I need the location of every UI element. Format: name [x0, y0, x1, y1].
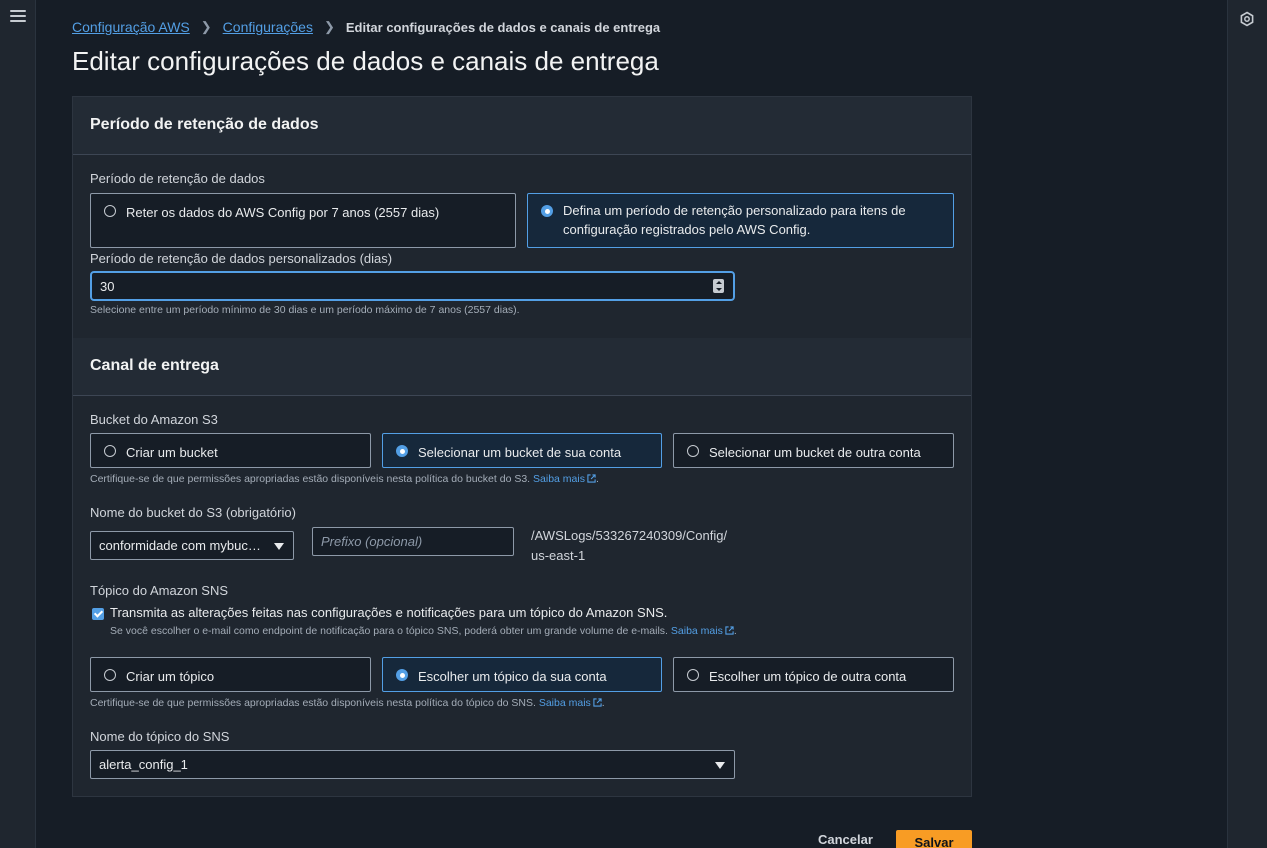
page-title: Editar configurações de dados e canais d… — [72, 46, 659, 76]
retention-option-default[interactable]: Reter os dados do AWS Config por 7 anos … — [90, 193, 516, 248]
s3-permissions-hint: Certifique-se de que permissões apropria… — [90, 473, 599, 485]
retention-section-header: Período de retenção de dados — [73, 97, 971, 155]
hamburger-menu-icon[interactable] — [10, 10, 26, 24]
custom-retention-days-value: 30 — [100, 279, 115, 294]
s3-option-other-account[interactable]: Selecionar um bucket de outra conta — [673, 433, 954, 468]
external-link-icon — [725, 626, 734, 635]
chevron-right-icon: ❯ — [323, 19, 335, 34]
radio-button-selected[interactable] — [396, 669, 408, 681]
bucket-name-value: conformidade com mybuc… — [99, 538, 261, 553]
s3-permissions-hint-text: Certifique-se de que permissões apropria… — [90, 473, 531, 485]
s3-option-own-account[interactable]: Selecionar um bucket de sua conta — [382, 433, 662, 468]
radio-button[interactable] — [687, 669, 699, 681]
custom-retention-days-input[interactable]: 30 — [90, 271, 735, 301]
sns-learn-more-link[interactable]: Saiba mais — [539, 697, 602, 709]
settings-container: Período de retenção de dados Período de … — [72, 96, 972, 797]
bucket-name-label: Nome do bucket do S3 (obrigatório) — [90, 505, 296, 520]
s3-bucket-label: Bucket do Amazon S3 — [90, 412, 218, 427]
topic-name-label: Nome do tópico do SNS — [90, 729, 230, 744]
hexagon-settings-icon[interactable] — [1239, 11, 1255, 27]
retention-option-default-label: Reter os dados do AWS Config por 7 anos … — [126, 205, 440, 220]
caret-down-icon — [715, 762, 725, 769]
sns-option-other-account[interactable]: Escolher um tópico de outra conta — [673, 657, 954, 692]
custom-retention-hint: Selecione entre um período mínimo de 30 … — [90, 304, 520, 316]
save-button[interactable]: Salvar — [896, 830, 972, 848]
s3-option-own-account-label: Selecionar um bucket de sua conta — [418, 445, 622, 460]
s3-path-line1: /AWSLogs/533267240309/Config/ — [531, 528, 728, 543]
right-tools-rail — [1227, 0, 1267, 848]
sns-option-own-account-label: Escolher um tópico da sua conta — [418, 669, 607, 684]
sns-option-create-label: Criar um tópico — [126, 669, 215, 684]
sns-stream-checkbox[interactable] — [92, 608, 104, 620]
delivery-section-header: Canal de entrega — [73, 338, 971, 396]
cancel-button[interactable]: Cancelar — [818, 832, 873, 847]
external-link-icon — [593, 698, 602, 707]
s3-option-create[interactable]: Criar um bucket — [90, 433, 371, 468]
bucket-prefix-placeholder: Prefixo (opcional) — [321, 534, 423, 549]
sns-permissions-hint: Certifique-se de que permissões apropria… — [90, 697, 605, 709]
bucket-prefix-input[interactable]: Prefixo (opcional) — [312, 527, 514, 556]
breadcrumb: Configuração AWS ❯ Configurações ❯ Edita… — [72, 19, 660, 35]
learn-more-label: Saiba mais — [538, 697, 591, 709]
s3-option-create-label: Criar um bucket — [126, 445, 218, 460]
number-spinner-icon[interactable] — [713, 279, 724, 293]
sns-option-own-account[interactable]: Escolher um tópico da sua conta — [382, 657, 662, 692]
radio-button[interactable] — [104, 205, 116, 217]
retention-option-custom-label: Defina um período de retenção personaliz… — [563, 203, 906, 237]
s3-learn-more-link[interactable]: Saiba mais — [533, 473, 596, 485]
retention-option-custom[interactable]: Defina um período de retenção personaliz… — [527, 193, 954, 248]
caret-down-icon — [274, 543, 284, 550]
sns-email-learn-more-link[interactable]: Saiba mais — [671, 625, 734, 637]
radio-button-selected[interactable] — [396, 445, 408, 457]
breadcrumb-link-aws-config[interactable]: Configuração AWS — [72, 19, 190, 35]
breadcrumb-current: Editar configurações de dados e canais d… — [345, 19, 661, 35]
chevron-right-icon: ❯ — [200, 19, 212, 34]
radio-button[interactable] — [104, 669, 116, 681]
sns-email-hint-text: Se você escolher o e-mail como endpoint … — [110, 625, 668, 637]
s3-path-line2: us-east-1 — [531, 548, 586, 563]
s3-option-other-account-label: Selecionar um bucket de outra conta — [709, 445, 921, 460]
learn-more-label: Saiba mais — [670, 625, 723, 637]
breadcrumb-link-settings[interactable]: Configurações — [223, 19, 313, 35]
topic-name-value: alerta_config_1 — [99, 757, 188, 772]
sns-email-hint: Se você escolher o e-mail como endpoint … — [110, 625, 737, 637]
delivery-section-title: Canal de entrega — [90, 357, 219, 374]
sns-stream-checkbox-label: Transmita as alterações feitas nas confi… — [110, 605, 668, 620]
bucket-name-select[interactable]: conformidade com mybuc… — [90, 531, 294, 560]
topic-name-select[interactable]: alerta_config_1 — [90, 750, 735, 779]
radio-button[interactable] — [687, 445, 699, 457]
sns-permissions-hint-text: Certifique-se de que permissões apropria… — [90, 697, 536, 709]
radio-button-selected[interactable] — [541, 205, 553, 217]
custom-retention-label: Período de retenção de dados personaliza… — [90, 251, 393, 266]
retention-group-label: Período de retenção de dados — [90, 171, 265, 186]
radio-button[interactable] — [104, 445, 116, 457]
left-navigation-rail — [0, 0, 36, 848]
retention-section-title: Período de retenção de dados — [90, 116, 319, 133]
sns-topic-label: Tópico do Amazon SNS — [90, 583, 229, 598]
s3-path-suffix: /AWSLogs/533267240309/Config/ us-east-1 — [531, 526, 727, 566]
sns-option-other-account-label: Escolher um tópico de outra conta — [709, 669, 907, 684]
sns-option-create[interactable]: Criar um tópico — [90, 657, 371, 692]
external-link-icon — [587, 474, 596, 483]
learn-more-label: Saiba mais — [533, 473, 585, 485]
